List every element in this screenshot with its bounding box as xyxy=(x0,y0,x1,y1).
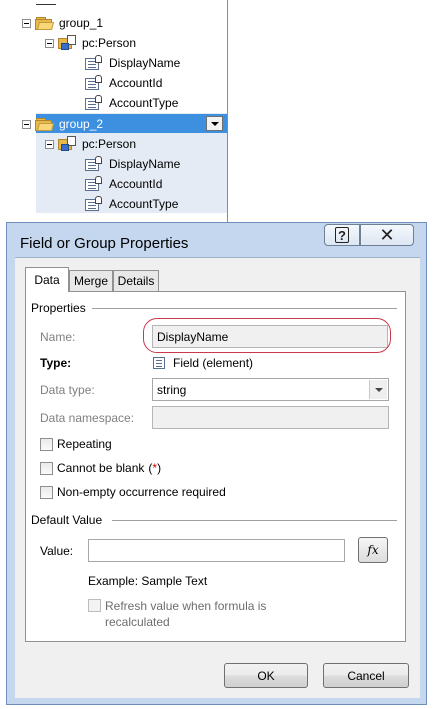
tree-node-field[interactable]: AccountId xyxy=(85,174,162,194)
tab-details[interactable]: Details xyxy=(113,270,159,291)
cannot-be-blank-checkbox[interactable] xyxy=(40,461,53,475)
group-icon xyxy=(58,136,78,152)
tree-node-label: group_1 xyxy=(59,16,104,30)
tab-merge[interactable]: Merge xyxy=(69,270,113,291)
example-text: Example: Sample Text xyxy=(88,574,208,588)
tree-node-label: AccountId xyxy=(109,177,163,191)
tree-panel-border xyxy=(227,0,228,222)
collapse-icon[interactable] xyxy=(22,18,31,28)
type-value: Field (element) xyxy=(153,356,253,370)
collapse-icon[interactable] xyxy=(45,139,54,149)
data-type-value: string xyxy=(157,382,187,397)
folder-icon xyxy=(35,16,55,30)
folder-open-icon xyxy=(35,117,55,131)
type-label: Type: xyxy=(40,356,72,370)
tree-node-group-2[interactable]: group_2 xyxy=(22,114,103,134)
field-icon xyxy=(85,95,103,111)
namespace-field[interactable] xyxy=(152,406,389,429)
namespace-label: Data namespace: xyxy=(40,411,135,425)
non-empty-label: Non-empty occurrence required xyxy=(57,485,226,499)
fx-icon: fx xyxy=(367,543,379,557)
tree-node-label: AccountType xyxy=(109,197,179,211)
field-icon xyxy=(85,196,103,212)
tree-node-field[interactable]: AccountType xyxy=(85,194,178,214)
tree-node-field[interactable]: AccountId xyxy=(85,73,162,93)
chevron-down-icon[interactable] xyxy=(206,116,223,131)
non-empty-row[interactable]: Non-empty occurrence required xyxy=(40,485,226,499)
repeating-label: Repeating xyxy=(57,437,112,451)
tree-node-group-1[interactable]: group_1 xyxy=(22,13,103,33)
formula-button[interactable]: fx xyxy=(358,537,388,563)
tree-node-person-1[interactable]: pc:Person xyxy=(45,33,136,53)
repeating-checkbox-row[interactable]: Repeating xyxy=(40,437,112,451)
tree-node-label: DisplayName xyxy=(109,56,181,70)
tree-connector xyxy=(36,0,56,5)
required-marker-close: ) xyxy=(157,461,162,475)
tree-node-label: pc:Person xyxy=(82,137,137,151)
refresh-value-row[interactable]: Refresh value when formula is recalculat… xyxy=(88,598,266,630)
close-icon: ✕ xyxy=(379,224,395,245)
highlight-annotation xyxy=(143,318,391,353)
non-empty-checkbox[interactable] xyxy=(40,485,53,499)
chevron-down-icon[interactable] xyxy=(369,380,387,399)
tree-node-label: group_2 xyxy=(59,117,104,131)
field-icon xyxy=(85,55,103,71)
tree-node-label: pc:Person xyxy=(82,36,137,50)
section-divider xyxy=(112,520,397,521)
dialog-client-area: Data Merge Details Properties Name: Disp… xyxy=(15,257,420,698)
dialog-title: Field or Group Properties xyxy=(20,235,189,252)
data-tab-panel: Properties Name: DisplayName Type: Field… xyxy=(25,291,406,642)
tree-node-label: AccountType xyxy=(109,96,179,110)
type-value-text: Field (element) xyxy=(173,356,254,370)
refresh-value-checkbox[interactable] xyxy=(88,599,101,612)
cannot-be-blank-row[interactable]: Cannot be blank (*) xyxy=(40,461,161,475)
tree-node-label: AccountId xyxy=(109,76,163,90)
section-divider xyxy=(92,308,397,309)
help-button[interactable]: ? xyxy=(324,224,360,246)
field-icon xyxy=(85,176,103,192)
tree-node-label: DisplayName xyxy=(109,157,181,171)
close-button[interactable]: ✕ xyxy=(360,224,414,246)
collapse-icon[interactable] xyxy=(22,119,31,129)
refresh-value-label-line1: Refresh value when formula is xyxy=(105,599,267,613)
help-icon: ? xyxy=(335,227,349,243)
default-value-section-title: Default Value xyxy=(31,513,103,527)
data-type-label: Data type: xyxy=(40,383,95,397)
data-source-tree: group_1 pc:Person DisplayName AccountId … xyxy=(0,0,228,222)
ok-button[interactable]: OK xyxy=(224,663,308,688)
field-element-icon xyxy=(153,357,165,369)
collapse-icon[interactable] xyxy=(45,38,54,48)
tree-node-field[interactable]: AccountType xyxy=(85,93,178,113)
field-icon xyxy=(85,75,103,91)
properties-section-title: Properties xyxy=(31,301,86,315)
tree-node-field[interactable]: DisplayName xyxy=(85,53,180,73)
tab-data[interactable]: Data xyxy=(25,267,69,292)
name-label: Name: xyxy=(40,330,76,344)
repeating-checkbox[interactable] xyxy=(40,437,53,451)
value-field[interactable] xyxy=(88,539,345,562)
cannot-be-blank-label: Cannot be blank xyxy=(57,461,145,475)
refresh-value-label: Refresh value when formula is recalculat… xyxy=(105,598,266,630)
field-properties-dialog: Field or Group Properties ? ✕ Data Merge… xyxy=(6,222,427,705)
value-label: Value: xyxy=(40,544,74,558)
data-type-select[interactable]: string xyxy=(152,378,389,401)
refresh-value-label-line2: recalculated xyxy=(105,615,170,629)
cancel-button[interactable]: Cancel xyxy=(323,663,409,688)
tree-node-person-2[interactable]: pc:Person xyxy=(45,134,136,154)
group-icon xyxy=(58,35,78,51)
tree-node-field[interactable]: DisplayName xyxy=(85,154,180,174)
field-icon xyxy=(85,156,103,172)
